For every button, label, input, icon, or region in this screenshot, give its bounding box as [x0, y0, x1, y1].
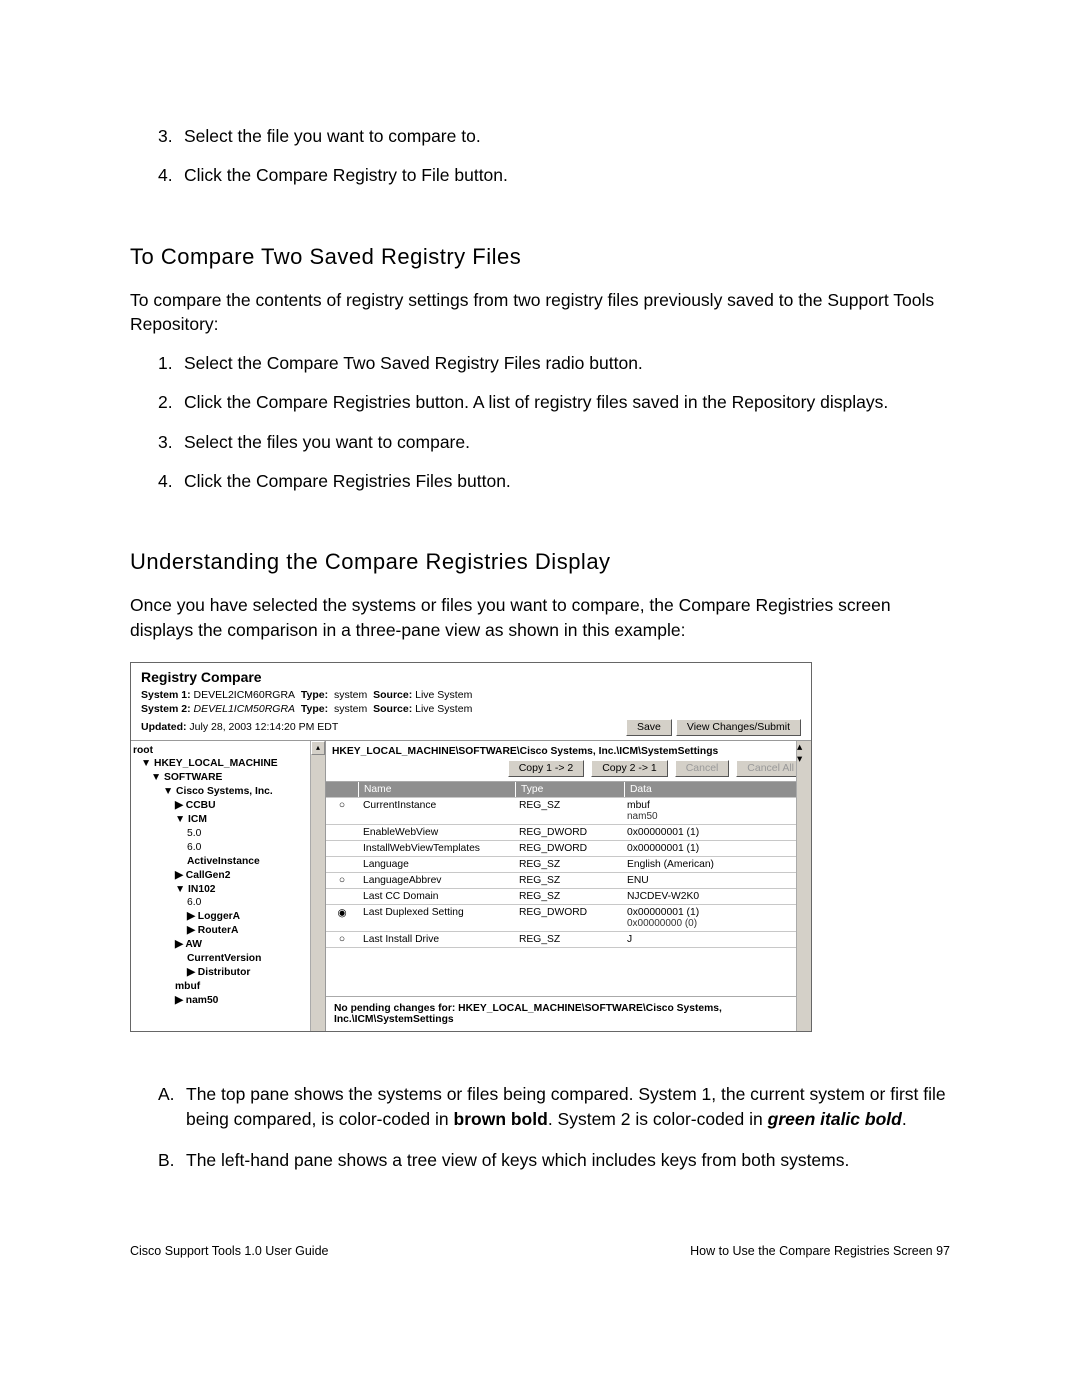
list-item: 3.Select the files you want to compare.: [158, 430, 950, 455]
heading-understanding-display: Understanding the Compare Registries Dis…: [130, 549, 950, 575]
view-changes-button[interactable]: View Changes/Submit: [676, 719, 801, 736]
scrollbar-vertical[interactable]: ▴▾: [796, 741, 811, 1031]
list-item: A. The top pane shows the systems or fil…: [158, 1082, 950, 1133]
tree-node[interactable]: mbuf: [133, 980, 323, 994]
status-text: No pending changes for: HKEY_LOCAL_MACHI…: [326, 996, 811, 1031]
tree-node[interactable]: ▶ LoggerA: [133, 910, 323, 924]
tree-node[interactable]: ▶ CCBU: [133, 799, 323, 813]
tree-node[interactable]: ▼ ICM: [133, 813, 323, 827]
list-item: 4.Click the Compare Registries Files but…: [158, 469, 950, 494]
list-item: 2.Click the Compare Registries button. A…: [158, 390, 950, 415]
table-row[interactable]: Last CC DomainREG_SZNJCDEV-W2K0: [326, 889, 811, 905]
tree-node[interactable]: ▶ nam50: [133, 994, 323, 1008]
heading-compare-two-files: To Compare Two Saved Registry Files: [130, 244, 950, 270]
compare-steps-list: 1.Select the Compare Two Saved Registry …: [130, 351, 950, 495]
tree-node[interactable]: ▶ Distributor: [133, 966, 323, 980]
tree-node[interactable]: ▼ SOFTWARE: [133, 771, 323, 785]
table-row[interactable]: EnableWebViewREG_DWORD0x00000001 (1): [326, 825, 811, 841]
registry-compare-figure: Registry Compare System 1: DEVEL2ICM60RG…: [130, 662, 812, 1031]
list-item: 3.Select the file you want to compare to…: [158, 124, 950, 149]
registry-values-pane: HKEY_LOCAL_MACHINE\SOFTWARE\Cisco System…: [326, 741, 811, 1031]
tree-node[interactable]: 6.0: [133, 896, 323, 910]
tree-node[interactable]: ▶ AW: [133, 938, 323, 952]
annotation-list: A. The top pane shows the systems or fil…: [130, 1082, 950, 1174]
registry-tree-pane[interactable]: root▼ HKEY_LOCAL_MACHINE▼ SOFTWARE▼ Cisc…: [131, 741, 326, 1031]
copy-2-to-1-button[interactable]: Copy 2 -> 1: [591, 760, 668, 777]
registry-compare-title: Registry Compare: [141, 669, 801, 685]
table-row[interactable]: LanguageREG_SZEnglish (American): [326, 857, 811, 873]
registry-path: HKEY_LOCAL_MACHINE\SOFTWARE\Cisco System…: [332, 746, 805, 757]
table-row[interactable]: ○CurrentInstanceREG_SZmbufnam50: [326, 798, 811, 825]
tree-node[interactable]: root: [133, 744, 323, 758]
table-header: Name Type Data: [326, 782, 811, 798]
tree-node[interactable]: 5.0: [133, 827, 323, 841]
top-steps-list: 3.Select the file you want to compare to…: [130, 124, 950, 189]
tree-node[interactable]: ▼ HKEY_LOCAL_MACHINE: [133, 757, 323, 771]
tree-node[interactable]: ▶ CallGen2: [133, 869, 323, 883]
list-item: 4.Click the Compare Registry to File but…: [158, 163, 950, 188]
paragraph: To compare the contents of registry sett…: [130, 288, 950, 337]
table-row[interactable]: ○Last Install DriveREG_SZJ: [326, 932, 811, 948]
copy-1-to-2-button[interactable]: Copy 1 -> 2: [508, 760, 585, 777]
table-row[interactable]: InstallWebViewTemplatesREG_DWORD0x000000…: [326, 841, 811, 857]
table-row[interactable]: ○LanguageAbbrevREG_SZENU: [326, 873, 811, 889]
tree-node[interactable]: ▼ Cisco Systems, Inc.: [133, 785, 323, 799]
tree-node[interactable]: CurrentVersion: [133, 952, 323, 966]
cancel-all-button[interactable]: Cancel All: [736, 760, 805, 777]
page-footer: Cisco Support Tools 1.0 User Guide How t…: [130, 1244, 950, 1258]
scrollbar-vertical[interactable]: ▴: [310, 741, 325, 1031]
tree-node[interactable]: ActiveInstance: [133, 855, 323, 869]
save-button[interactable]: Save: [626, 719, 672, 736]
list-item: 1.Select the Compare Two Saved Registry …: [158, 351, 950, 376]
tree-node[interactable]: 6.0: [133, 841, 323, 855]
list-item: B. The left-hand pane shows a tree view …: [158, 1148, 950, 1173]
cancel-button[interactable]: Cancel: [675, 760, 730, 777]
table-row[interactable]: ◉Last Duplexed SettingREG_DWORD0x0000000…: [326, 905, 811, 932]
paragraph: Once you have selected the systems or fi…: [130, 593, 950, 642]
tree-node[interactable]: ▼ IN102: [133, 883, 323, 897]
tree-node[interactable]: ▶ RouterA: [133, 924, 323, 938]
